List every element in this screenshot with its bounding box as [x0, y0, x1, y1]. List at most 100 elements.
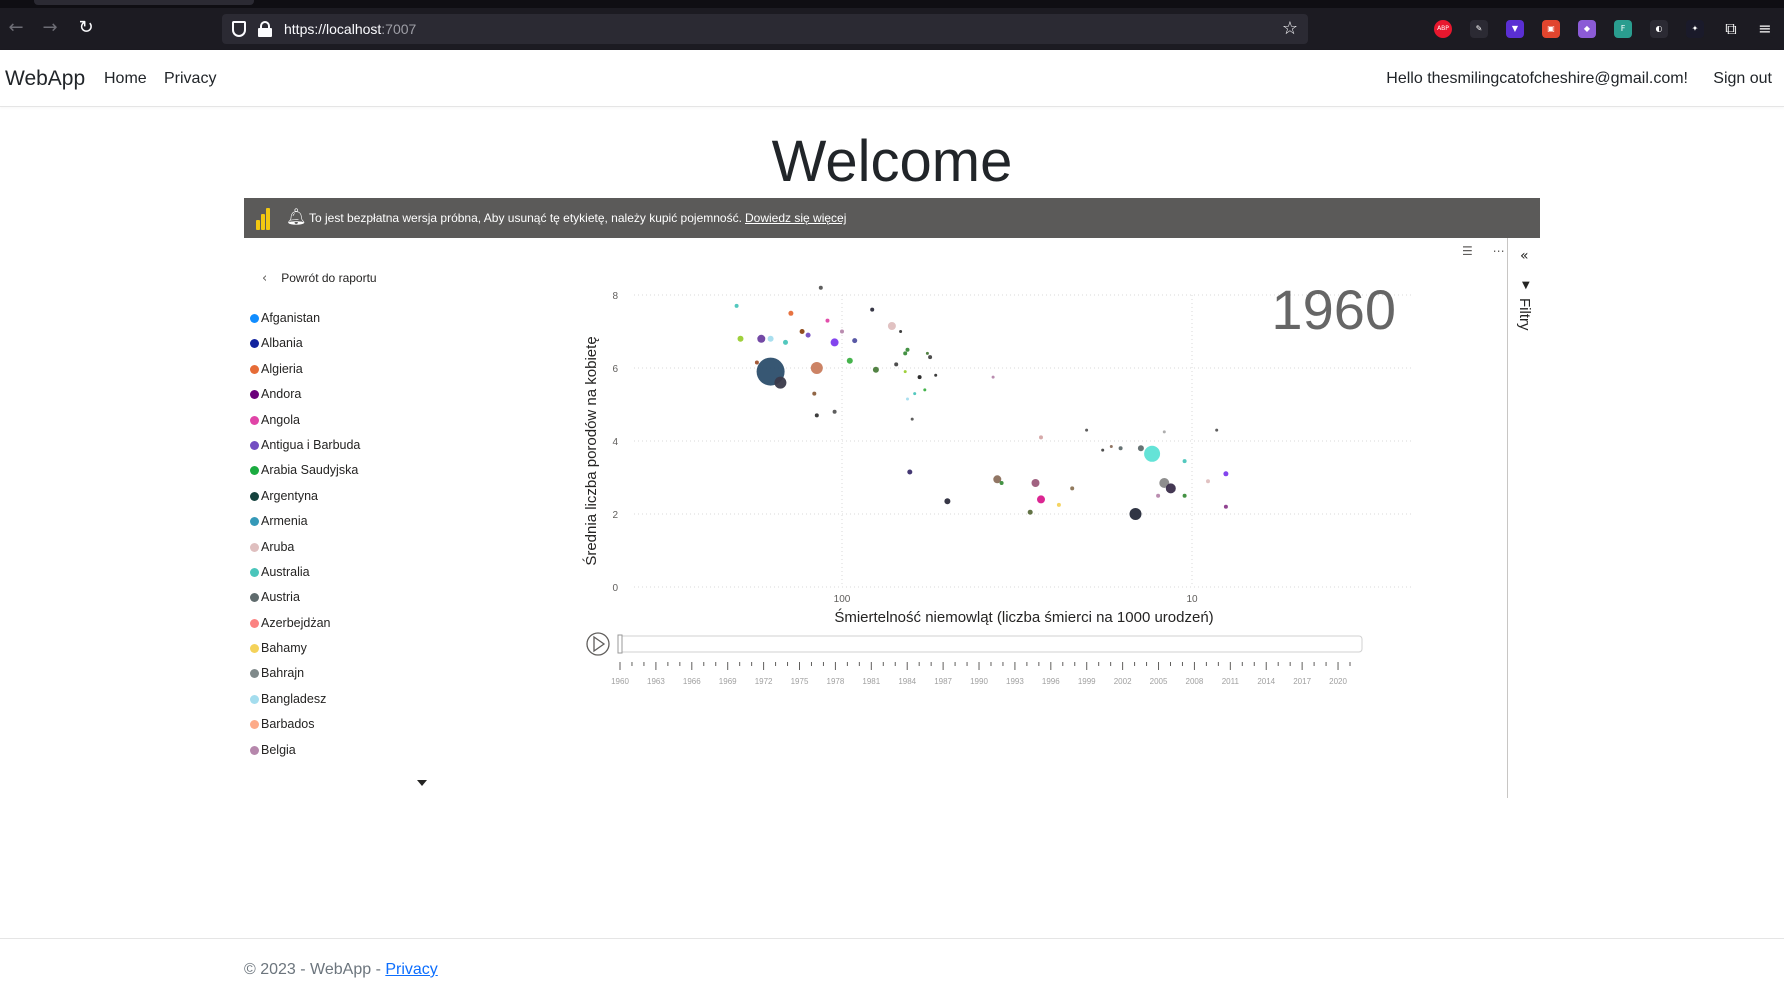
legend-label: Albania — [261, 336, 303, 351]
timeline-year-label: 1969 — [719, 677, 737, 686]
nav-privacy[interactable]: Privacy — [164, 70, 216, 88]
circle-arrow-icon[interactable]: ◐ — [1650, 20, 1668, 38]
legend-item[interactable]: Aruba — [250, 539, 470, 564]
data-point — [1129, 508, 1142, 520]
data-point — [805, 332, 811, 338]
forward-icon[interactable]: → — [40, 18, 60, 38]
cube-icon[interactable]: ◆ — [1578, 20, 1596, 38]
timeline-year-label: 1966 — [683, 677, 701, 686]
timeline-year-label: 1978 — [827, 677, 845, 686]
shield-f-icon[interactable]: F — [1614, 20, 1632, 38]
chart-legend: Afganistan Albania Algieria Andora Angola Ant… — [250, 310, 470, 767]
data-point — [1027, 509, 1033, 515]
data-point — [872, 366, 879, 373]
data-point — [925, 351, 929, 355]
legend-item[interactable]: Argentyna — [250, 488, 470, 513]
timeline-year-label: 2008 — [1186, 677, 1204, 686]
data-point — [991, 375, 995, 379]
tracking-shield-icon[interactable] — [232, 21, 246, 37]
back-to-report-label: Powrót do raportu — [281, 271, 377, 285]
more-options-icon[interactable]: ⋯ — [1493, 244, 1505, 258]
y-tick-label: 0 — [612, 583, 618, 594]
lock-icon[interactable] — [258, 21, 272, 37]
legend-label: Australia — [261, 564, 310, 579]
legend-item[interactable]: Algieria — [250, 361, 470, 386]
y-tick-label: 2 — [612, 510, 618, 521]
powerbi-report: 🔔︎ To jest bezpłatna wersja próbna, Aby … — [244, 198, 1540, 798]
timeline-thumb[interactable] — [617, 634, 623, 654]
legend-dot — [250, 440, 259, 450]
legend-label: Barbados — [261, 717, 315, 732]
data-point — [1085, 428, 1089, 432]
data-point — [1109, 445, 1113, 448]
sign-out-link[interactable]: Sign out — [1713, 70, 1772, 88]
pen-icon[interactable]: ✎ — [1470, 20, 1488, 38]
sparkle-icon[interactable]: ✦ — [1686, 20, 1704, 38]
timeline-year-label: 2011 — [1222, 677, 1240, 686]
reload-icon[interactable]: ↻ — [76, 18, 96, 38]
legend-item[interactable]: Austria — [250, 589, 470, 614]
back-icon[interactable]: ← — [6, 18, 26, 38]
legend-item[interactable]: Afganistan — [250, 310, 470, 335]
filters-pane-divider — [1507, 238, 1508, 798]
data-point — [754, 360, 759, 365]
data-point — [799, 329, 805, 334]
data-point — [887, 322, 896, 330]
active-tab[interactable] — [34, 0, 254, 5]
scatter-chart: 0 2 4 6 8 100 10 1960 Śmiertelność niemowląt (li… — [582, 273, 1504, 793]
bell-icon: 🔔︎ — [286, 207, 307, 226]
screenshot-icon[interactable]: ▣ — [1542, 20, 1560, 38]
data-point — [1056, 502, 1061, 507]
y-tick-label: 6 — [612, 364, 618, 375]
legend-item[interactable]: Angola — [250, 412, 470, 437]
nav-home[interactable]: Home — [104, 70, 147, 88]
legend-item[interactable]: Arabia Saudyjska — [250, 462, 470, 487]
legend-item[interactable]: Armenia — [250, 513, 470, 538]
adblock-plus-icon[interactable]: ABP — [1434, 20, 1452, 38]
legend-item[interactable]: Bangladesz — [250, 691, 470, 716]
footer-privacy-link[interactable]: Privacy — [385, 961, 437, 978]
legend-label: Algieria — [261, 361, 303, 376]
url-text[interactable]: https://localhost:7007 — [284, 21, 416, 37]
data-point — [1031, 479, 1040, 487]
play-button[interactable] — [586, 632, 610, 656]
learn-more-link[interactable]: Dowiedz się więcej — [745, 211, 846, 225]
legend-label: Afganistan — [261, 311, 321, 325]
data-point — [1182, 493, 1187, 498]
data-point — [906, 397, 909, 401]
brand-link[interactable]: WebApp — [5, 67, 85, 91]
timeline-year-label: 1960 — [611, 677, 629, 686]
puzzle-icon[interactable]: ⧉ — [1722, 20, 1740, 38]
filter-icon[interactable]: ☰ — [1462, 244, 1473, 258]
legend-item[interactable]: Australia — [250, 564, 470, 589]
bookmark-star-icon[interactable]: ☆ — [1282, 18, 1298, 39]
data-point — [1223, 471, 1229, 477]
url-bar[interactable]: https://localhost:7007 ☆ — [222, 14, 1308, 44]
legend-item[interactable]: Azerbejdżan — [250, 615, 470, 640]
legend-item[interactable]: Albania — [250, 335, 470, 360]
legend-item[interactable]: Barbados — [250, 716, 470, 741]
timeline-year-label: 2005 — [1150, 677, 1168, 686]
legend-item[interactable]: Andora — [250, 386, 470, 411]
data-point — [1215, 428, 1219, 432]
legend-item[interactable]: Bahrajn — [250, 665, 470, 690]
proton-icon[interactable]: ▼ — [1506, 20, 1524, 38]
back-to-report-button[interactable]: ‹ Powrót do raportu — [262, 271, 377, 286]
filters-pane-label[interactable]: Filtry — [1516, 298, 1533, 331]
legend-item[interactable]: Bahamy — [250, 640, 470, 665]
user-greeting[interactable]: Hello thesmilingcatofcheshire@gmail.com! — [1386, 70, 1688, 88]
data-point — [840, 329, 844, 334]
data-point — [1156, 493, 1161, 498]
menu-icon[interactable]: ≡ — [1756, 20, 1774, 38]
legend-scroll-down-icon[interactable] — [417, 780, 427, 786]
collapse-filters-icon[interactable]: « — [1520, 248, 1529, 264]
legend-item[interactable]: Antigua i Barbuda — [250, 437, 470, 462]
data-point — [1144, 445, 1161, 462]
data-point — [1118, 446, 1123, 451]
data-point — [934, 373, 938, 377]
legend-label: Azerbejdżan — [261, 615, 331, 630]
legend-dot — [250, 644, 259, 654]
timeline-slider[interactable] — [617, 635, 1363, 653]
legend-label: Bangladesz — [261, 691, 327, 706]
legend-item[interactable]: Belgia — [250, 742, 470, 767]
